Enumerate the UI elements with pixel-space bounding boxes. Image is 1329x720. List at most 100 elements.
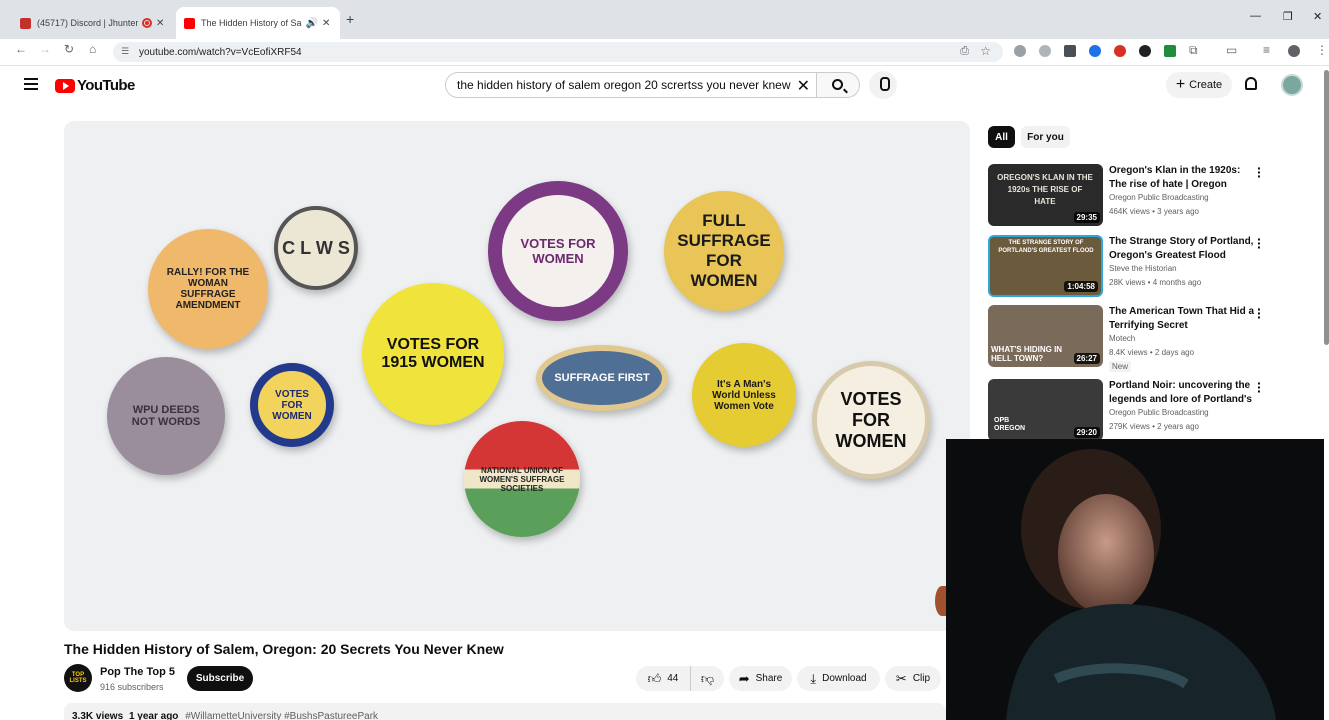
video-duration: 26:27 bbox=[1073, 353, 1100, 364]
recommendation-channel[interactable]: Motech bbox=[1109, 334, 1135, 343]
download-button[interactable]: ⤓ Download bbox=[797, 666, 880, 691]
close-icon[interactable]: ✕ bbox=[322, 18, 332, 29]
channel-name[interactable]: Pop The Top 5 bbox=[100, 666, 175, 678]
webcam-overlay bbox=[946, 439, 1324, 720]
hamburger-menu-icon[interactable] bbox=[24, 78, 38, 90]
extension-icon[interactable] bbox=[1114, 45, 1126, 57]
chip-for-you[interactable]: For you bbox=[1021, 126, 1070, 148]
tab-title: The Hidden History of Sale bbox=[201, 18, 302, 28]
extension-icon[interactable] bbox=[1139, 45, 1151, 57]
close-icon[interactable]: ✕ bbox=[156, 18, 166, 29]
bookmark-star-icon[interactable]: ☆ bbox=[980, 44, 991, 58]
search-input[interactable]: the hidden history of salem oregon 20 sc… bbox=[445, 72, 817, 98]
home-button[interactable]: ⌂ bbox=[89, 42, 96, 56]
share-button[interactable]: ➦ Share bbox=[729, 666, 792, 691]
more-actions-icon[interactable]: · · · bbox=[1257, 302, 1262, 324]
search-button[interactable] bbox=[817, 72, 860, 98]
youtube-header: YouTube the hidden history of salem oreg… bbox=[6, 66, 1329, 106]
minimize-button[interactable]: — bbox=[1250, 10, 1261, 22]
recommendation-meta: 8.4K views • 2 days ago bbox=[1109, 348, 1195, 357]
clip-button[interactable]: ✂ Clip bbox=[885, 666, 941, 691]
profile-avatar[interactable] bbox=[1288, 45, 1300, 57]
clear-search-icon[interactable]: ✕ bbox=[797, 76, 810, 96]
account-avatar[interactable] bbox=[1281, 74, 1303, 96]
channel-avatar[interactable]: TOP LISTS bbox=[64, 664, 92, 692]
address-bar[interactable]: ☰ youtube.com/watch?v=VcEofiXRF54 ⎙ ☆ bbox=[113, 42, 1003, 62]
recommendation-title[interactable]: Portland Noir: uncovering the legends an… bbox=[1109, 379, 1254, 407]
upload-age: 1 year ago bbox=[128, 711, 179, 720]
video-player[interactable]: RALLY! FOR THE WOMAN SUFFRAGE AMENDMENT … bbox=[64, 121, 970, 631]
clip-label: Clip bbox=[912, 673, 931, 684]
like-button[interactable]: 👍︎ 44 bbox=[636, 666, 690, 691]
media-icon[interactable]: ≡ bbox=[1263, 43, 1270, 57]
install-icon[interactable]: ⎙ bbox=[960, 45, 969, 58]
download-icon: ⤓ bbox=[810, 670, 817, 686]
recommendation-title[interactable]: The American Town That Hid a Terrifying … bbox=[1109, 305, 1254, 333]
recommendation-meta: 28K views • 4 months ago bbox=[1109, 278, 1202, 287]
thumbnail-text: THE STRANGE STORY OF PORTLAND'S GREATEST… bbox=[998, 240, 1094, 254]
video-thumbnail[interactable]: WHAT'S HIDING IN HELL TOWN? 26:27 bbox=[988, 305, 1103, 367]
voice-search-icon[interactable] bbox=[869, 71, 897, 99]
recommendation-item[interactable]: OPB OREGON 29:20 Portland Noir: uncoveri… bbox=[988, 376, 1278, 443]
sidepanel-icon[interactable]: ▭ bbox=[1226, 43, 1237, 57]
extension-icon[interactable] bbox=[1089, 45, 1101, 57]
more-icon[interactable]: ⋮ bbox=[1316, 43, 1328, 57]
restore-button[interactable]: ❐ bbox=[1283, 10, 1293, 23]
window-close-button[interactable]: ✕ bbox=[1313, 10, 1322, 23]
recommendation-item[interactable]: WHAT'S HIDING IN HELL TOWN? 26:27 The Am… bbox=[988, 302, 1278, 372]
video-thumbnail[interactable]: OPB OREGON 29:20 bbox=[988, 379, 1103, 441]
plus-icon: + bbox=[1175, 76, 1186, 93]
recommendation-channel[interactable]: Oregon Public Broadcasting bbox=[1109, 408, 1209, 417]
youtube-favicon-icon bbox=[184, 17, 195, 29]
badge-wpu: WPU DEEDS NOT WORDS bbox=[107, 357, 225, 475]
share-icon: ➦ bbox=[738, 670, 750, 686]
puzzle-icon[interactable]: ⧉ bbox=[1189, 43, 1198, 58]
recommendation-channel[interactable]: Steve the Historian bbox=[1109, 264, 1177, 273]
dislike-button[interactable]: 👎︎ bbox=[690, 666, 724, 691]
subscribe-button[interactable]: Subscribe bbox=[187, 666, 253, 691]
speaker-icon[interactable]: 🔊 bbox=[306, 18, 318, 29]
thumbs-down-icon: 👎︎ bbox=[700, 670, 715, 686]
tab-youtube[interactable]: The Hidden History of Sale 🔊 ✕ bbox=[176, 7, 340, 39]
recommendation-item[interactable]: THE STRANGE STORY OF PORTLAND'S GREATEST… bbox=[988, 232, 1278, 299]
video-thumbnail[interactable]: THE STRANGE STORY OF PORTLAND'S GREATEST… bbox=[988, 235, 1103, 297]
more-actions-icon[interactable]: · · · bbox=[1257, 161, 1262, 183]
more-actions-icon[interactable]: · · · bbox=[1257, 232, 1262, 254]
subscriber-count: 916 subscribers bbox=[100, 682, 164, 692]
extension-icon[interactable] bbox=[1039, 45, 1051, 57]
chip-all[interactable]: All bbox=[988, 126, 1015, 148]
search-icon bbox=[832, 79, 843, 90]
extension-icon[interactable] bbox=[1064, 45, 1076, 57]
recommendation-title[interactable]: Oregon's Klan in the 1920s: The rise of … bbox=[1109, 164, 1254, 192]
forward-button[interactable]: → bbox=[39, 42, 51, 56]
like-count: 44 bbox=[667, 673, 679, 684]
tab-title: (45717) Discord | Jhunter, R bbox=[37, 18, 138, 28]
new-tab-button[interactable]: + bbox=[346, 11, 354, 27]
youtube-favicon-icon bbox=[20, 17, 31, 29]
browser-toolbar: ← → ↻ ⌂ ☰ youtube.com/watch?v=VcEofiXRF5… bbox=[0, 39, 1329, 66]
badge-votes-big: VOTES FOR WOMEN bbox=[812, 361, 930, 479]
extension-icon[interactable] bbox=[1014, 45, 1026, 57]
create-button[interactable]: + Create bbox=[1166, 72, 1232, 98]
recommendation-title[interactable]: The Strange Story of Portland, Oregon's … bbox=[1109, 235, 1254, 263]
tab-discord[interactable]: (45717) Discord | Jhunter, R ✕ bbox=[12, 7, 174, 39]
notifications-bell-icon[interactable] bbox=[1245, 77, 1257, 90]
video-thumbnail[interactable]: OREGON'S KLAN IN THE 1920s THE RISE OF H… bbox=[988, 164, 1103, 226]
reload-button[interactable]: ↻ bbox=[64, 42, 74, 56]
thumbnail-text: OREGON'S KLAN IN THE 1920s THE RISE OF H… bbox=[997, 173, 1093, 206]
recording-icon bbox=[142, 18, 152, 28]
back-button[interactable]: ← bbox=[15, 42, 27, 56]
page-scrollbar[interactable] bbox=[1324, 70, 1329, 345]
badge-votes-small: VOTES FOR WOMEN bbox=[250, 363, 334, 447]
recommendation-channel[interactable]: Oregon Public Broadcasting bbox=[1109, 193, 1209, 202]
recommendation-item[interactable]: OREGON'S KLAN IN THE 1920s THE RISE OF H… bbox=[988, 161, 1278, 228]
tab-strip: (45717) Discord | Jhunter, R ✕ The Hidde… bbox=[0, 0, 1329, 39]
more-actions-icon[interactable]: · · · bbox=[1257, 376, 1262, 398]
hashtags[interactable]: #WillametteUniversity #BushsPastureePark bbox=[185, 711, 378, 720]
thumbs-up-icon: 👍︎ bbox=[647, 670, 662, 686]
youtube-logo[interactable]: YouTube bbox=[55, 77, 135, 94]
thumbnail-text: OPB OREGON bbox=[994, 417, 1026, 432]
description-box[interactable]: 3.3K views 1 year ago #WillametteUnivers… bbox=[64, 703, 946, 720]
extension-icon[interactable] bbox=[1164, 45, 1176, 57]
site-info-icon[interactable]: ☰ bbox=[121, 46, 129, 57]
